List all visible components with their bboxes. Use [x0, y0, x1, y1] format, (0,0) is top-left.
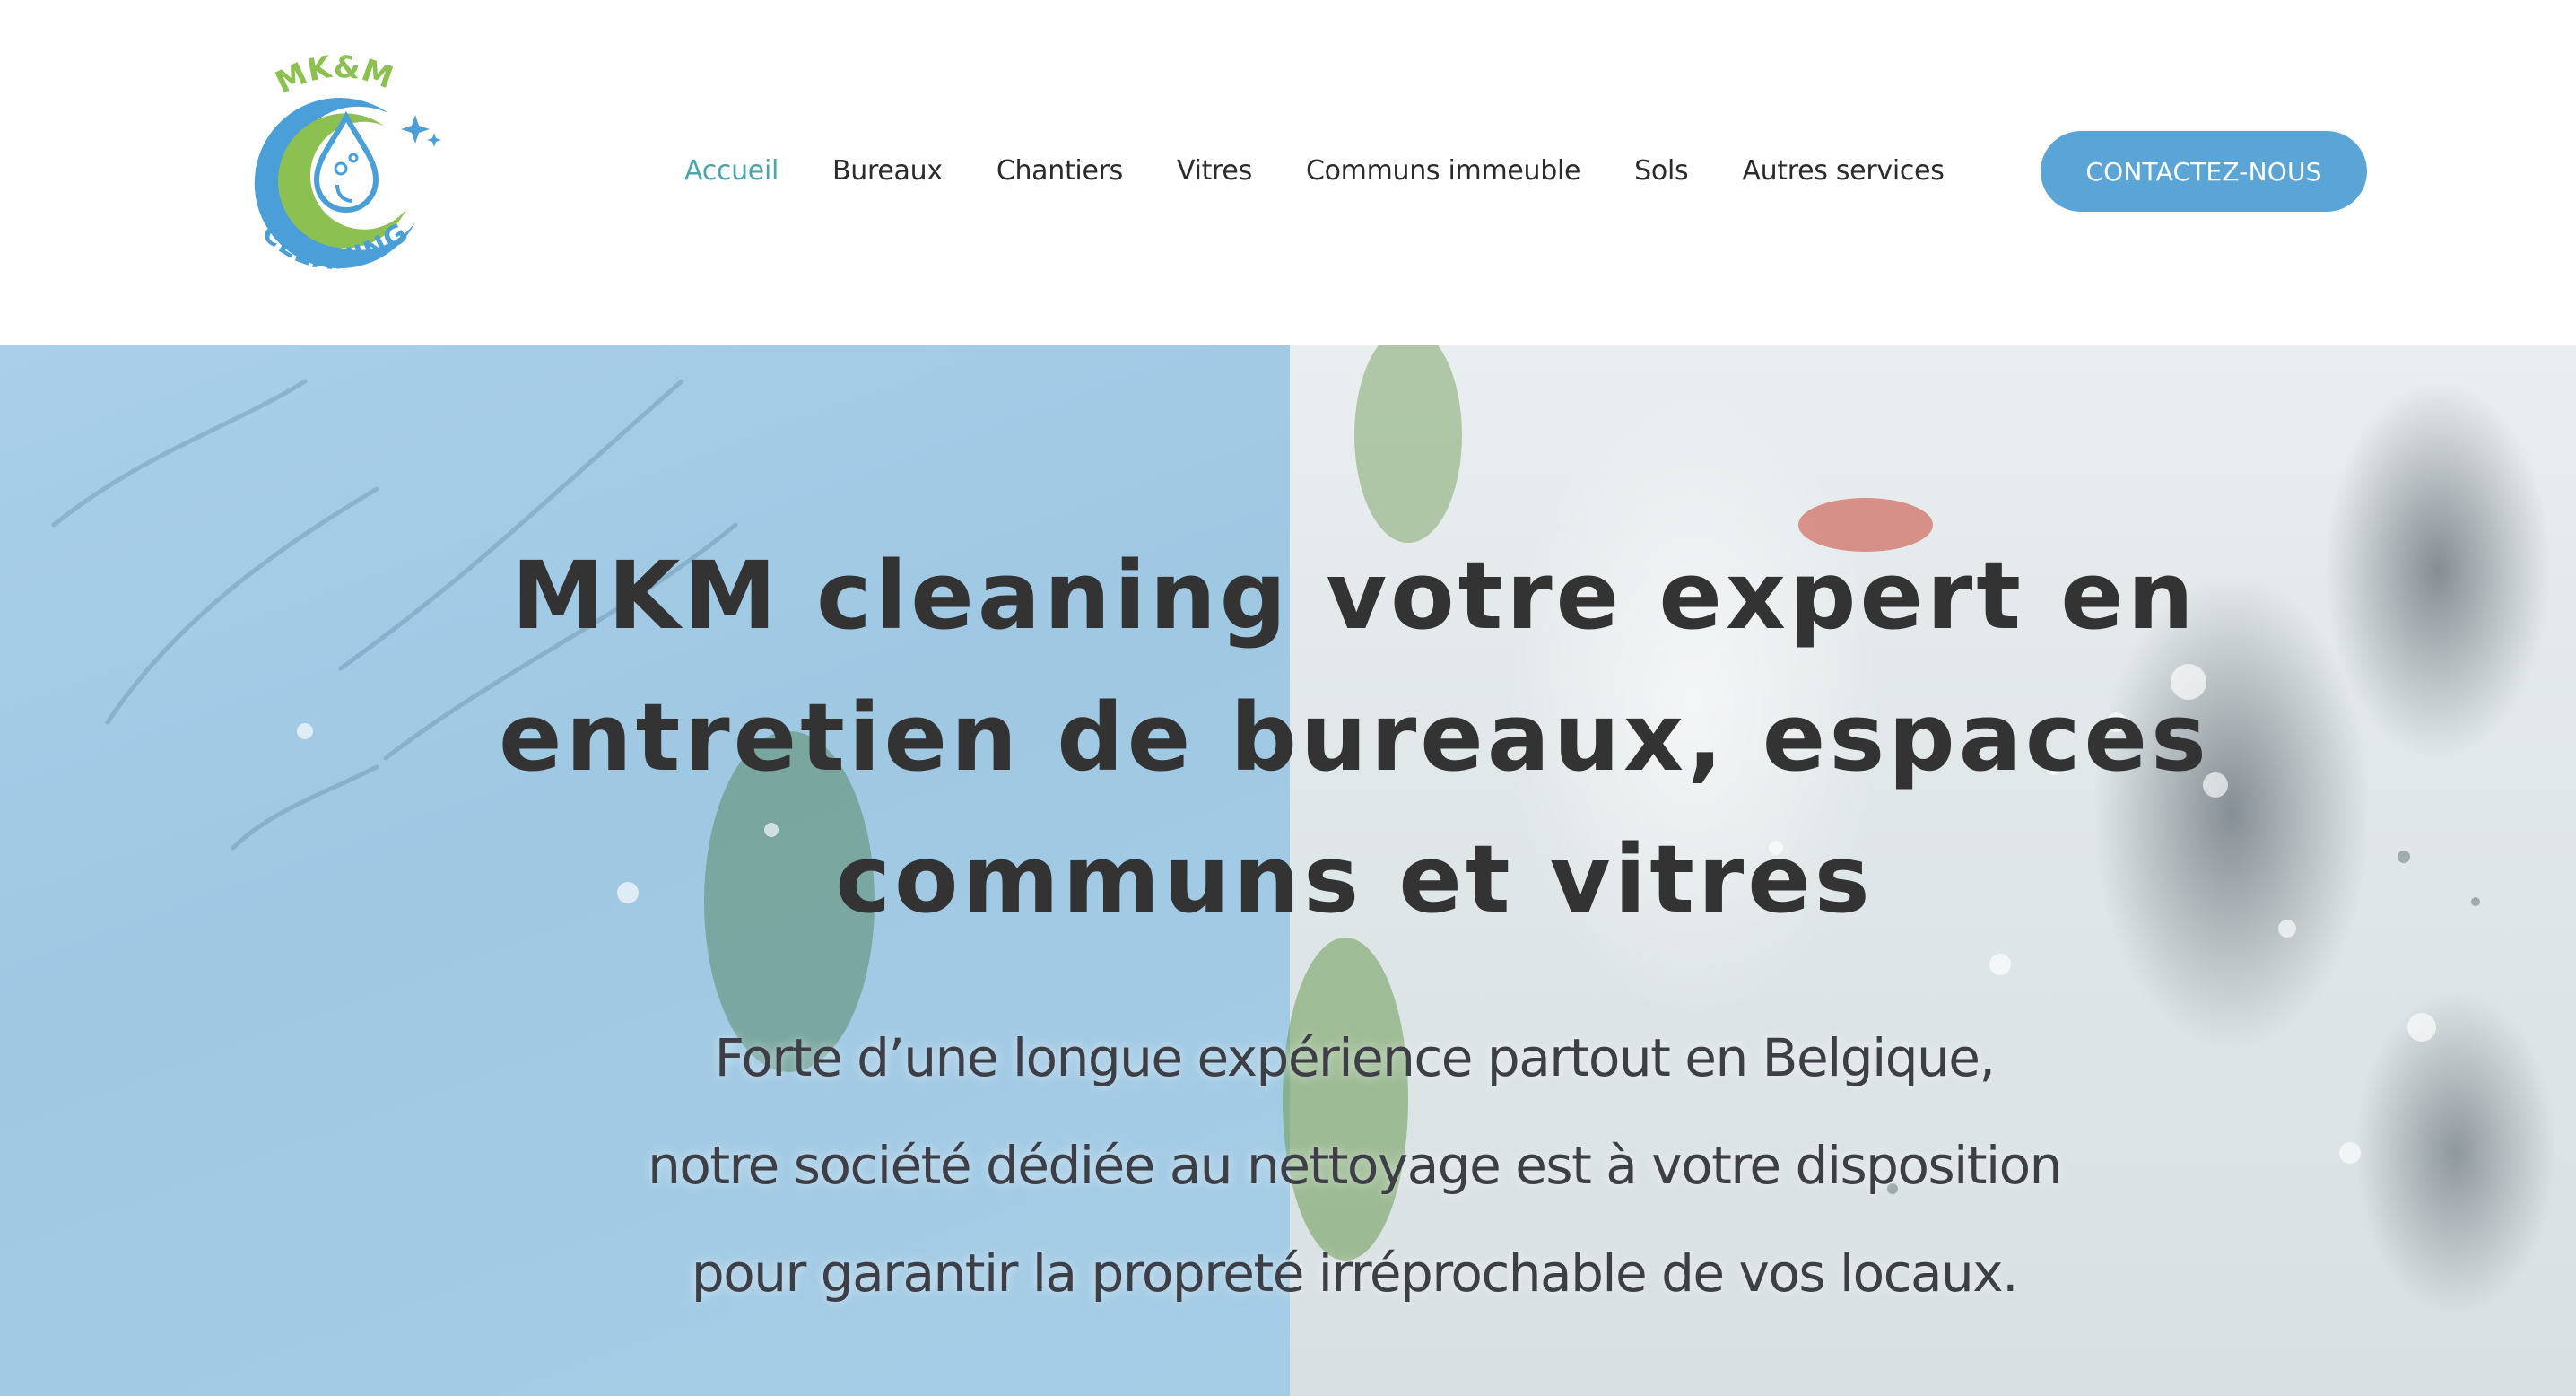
nav-item-bureaux[interactable]: Bureaux [832, 155, 943, 187]
hero-description-line: pour garantir la propreté irréprochable … [691, 1243, 2019, 1304]
hero-headline-line: communs et vitres [835, 825, 1874, 934]
hero-headline: MKM cleaning votre expert en entretien d… [448, 525, 2260, 950]
nav-item-autres-services[interactable]: Autres services [1742, 155, 1945, 187]
hero-text-block: MKM cleaning votre expert en entretien d… [448, 525, 2260, 1327]
nav-item-chantiers[interactable]: Chantiers [996, 155, 1123, 187]
hero-description-line: notre société dédiée au nettoyage est à … [648, 1135, 2062, 1196]
nav-item-vitres[interactable]: Vitres [1177, 155, 1252, 187]
nav-item-communs-immeuble[interactable]: Communs immeuble [1306, 155, 1581, 187]
hero-headline-line: MKM cleaning votre expert en [511, 541, 2197, 650]
logo-drop-crescent-icon: MK&M CLEANING [254, 48, 441, 276]
mkm-cleaning-logo[interactable]: MK&M CLEANING [231, 43, 447, 303]
nav-item-accueil[interactable]: Accueil [684, 155, 779, 187]
site-header: MK&M CLEANING Accueil Bureaux Chantiers … [0, 0, 2576, 345]
main-navigation: Accueil Bureaux Chantiers Vitres Communs… [684, 144, 1945, 197]
contact-us-button[interactable]: CONTACTEZ-NOUS [2041, 131, 2367, 212]
hero-section: MKM cleaning votre expert en entretien d… [0, 345, 2576, 1396]
hero-description-line: Forte d’une longue expérience partout en… [714, 1027, 1996, 1088]
hero-headline-line: entretien de bureaux, espaces [499, 683, 2210, 792]
hero-description: Forte d’une longue expérience partout en… [448, 1004, 2260, 1327]
nav-item-sols[interactable]: Sols [1634, 155, 1688, 187]
svg-text:MK&M: MK&M [270, 48, 397, 100]
